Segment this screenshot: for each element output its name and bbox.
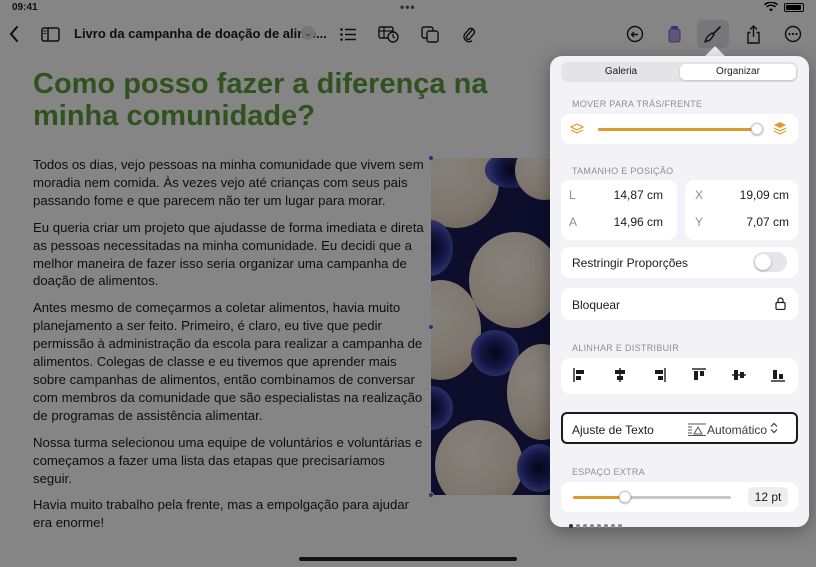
paragraph[interactable]: Todos os dias, vejo pessoas na minha com… [33,156,425,210]
document-heading[interactable]: Como posso fazer a diferença na minha co… [33,68,503,132]
more-icon[interactable] [783,24,803,44]
undo-history-icon[interactable] [625,24,645,44]
page-dot [597,524,601,528]
egg-carton-cup [431,220,453,276]
lock-icon [775,297,786,310]
tab-arrange[interactable]: Organizar [680,64,796,80]
egg [469,232,553,328]
selection-handle[interactable] [428,324,434,330]
move-slider-thumb[interactable] [750,123,763,135]
align-right-icon[interactable] [652,368,666,382]
constrain-row[interactable]: Restringir Proporções [561,247,798,278]
align-left-icon[interactable] [573,368,587,382]
extra-space-section-label: ESPAÇO EXTRA [572,467,645,477]
attachment-icon[interactable] [460,24,478,44]
back-icon[interactable] [6,24,22,44]
height-value[interactable]: 14,96 cm [583,215,663,229]
move-slider-fill [598,128,757,131]
egg-carton-cup [431,386,453,430]
lock-row[interactable]: Bloquear [561,288,798,320]
constrain-label: Restringir Proporções [572,256,689,270]
paragraph[interactable]: Havia muito trabalho pela frente, mas a … [33,496,425,532]
sidebar-icon[interactable] [40,24,60,44]
selection-handle[interactable] [428,492,434,498]
move-slider-track[interactable] [598,128,760,131]
page-dot [618,524,622,528]
extra-space-value[interactable]: 12 pt [748,487,788,507]
extra-space-card: 12 pt [561,482,798,512]
extra-space-slider-fill [573,496,626,499]
text-wrap-chevron-icon [770,422,778,435]
align-card [561,358,798,394]
toggle-knob [755,254,771,270]
send-backward-icon[interactable] [570,122,584,136]
battery-icon [784,2,804,12]
align-bottom-icon[interactable] [771,368,785,382]
page-dot [611,524,615,528]
table-chart-icon[interactable] [377,24,399,44]
tab-gallery[interactable]: Galeria [563,64,679,80]
status-right [764,2,804,12]
move-section-label: MOVER PARA TRÁS/FRENTE [572,99,703,109]
y-label: Y [695,215,704,229]
height-label: A [569,215,578,229]
paragraph[interactable]: Eu queria criar um projeto que ajudasse … [33,219,425,291]
size-card: L 14,87 cm A 14,96 cm [561,180,677,240]
home-indicator[interactable] [299,557,517,561]
format-icon[interactable] [666,24,682,44]
page-dot [583,524,587,528]
title-menu-chevron-icon[interactable]: ⌄ [301,26,315,40]
egg [515,158,553,200]
position-card: X 19,09 cm Y 7,07 cm [685,180,798,240]
text-wrap-label: Ajuste de Texto [572,423,654,437]
status-time: 09:41 [12,2,38,13]
toolbar: Livro da campanha de doação de alime... … [0,16,816,52]
share-icon[interactable] [744,24,762,44]
extra-space-slider-thumb[interactable] [619,491,632,503]
multitasking-dots[interactable]: ••• [400,0,416,14]
egg [435,420,523,495]
wifi-icon [764,2,778,12]
eggs-photo[interactable] [431,158,553,495]
y-value[interactable]: 7,07 cm [709,215,789,229]
brush-icon[interactable] [703,24,723,44]
page-dots [569,524,622,528]
page-dot [576,524,580,528]
paragraph[interactable]: Nossa turma selecionou uma equipe de vol… [33,434,425,488]
align-section-label: ALINHAR E DISTRIBUIR [572,343,680,353]
x-label: X [695,188,704,202]
shapes-icon[interactable] [420,24,440,44]
constrain-toggle[interactable] [753,252,787,272]
list-icon[interactable] [338,24,358,44]
paragraph[interactable]: Antes mesmo de começarmos a coletar alim… [33,299,425,424]
align-top-icon[interactable] [692,368,706,382]
bring-forward-icon[interactable] [773,121,787,136]
popover-tabs: Galeria Organizar [561,62,798,82]
text-wrap-row[interactable]: Ajuste de Texto Automático [561,412,798,444]
x-value[interactable]: 19,09 cm [709,188,789,202]
text-wrap-value[interactable]: Automático [707,423,767,437]
document-title[interactable]: Livro da campanha de doação de alime... [74,26,327,41]
size-section-label: TAMANHO E POSIÇÃO [572,166,674,176]
align-center-icon[interactable] [613,368,627,382]
extra-space-slider-track[interactable] [573,496,731,499]
arrange-popover: Galeria Organizar MOVER PARA TRÁS/FRENTE… [550,56,809,527]
selection-handle[interactable] [428,155,434,161]
align-middle-icon[interactable] [732,368,746,382]
page-dot [590,524,594,528]
page-dot [604,524,608,528]
move-card [561,114,798,144]
status-bar: 09:41 ••• [0,0,816,16]
lock-label: Bloquear [572,298,621,312]
egg-carton-cup [517,444,553,492]
document-body[interactable]: Todos os dias, vejo pessoas na minha com… [33,156,425,541]
width-label: L [569,188,576,202]
page-dot [569,524,573,528]
text-wrap-icon [688,423,706,436]
width-value[interactable]: 14,87 cm [583,188,663,202]
